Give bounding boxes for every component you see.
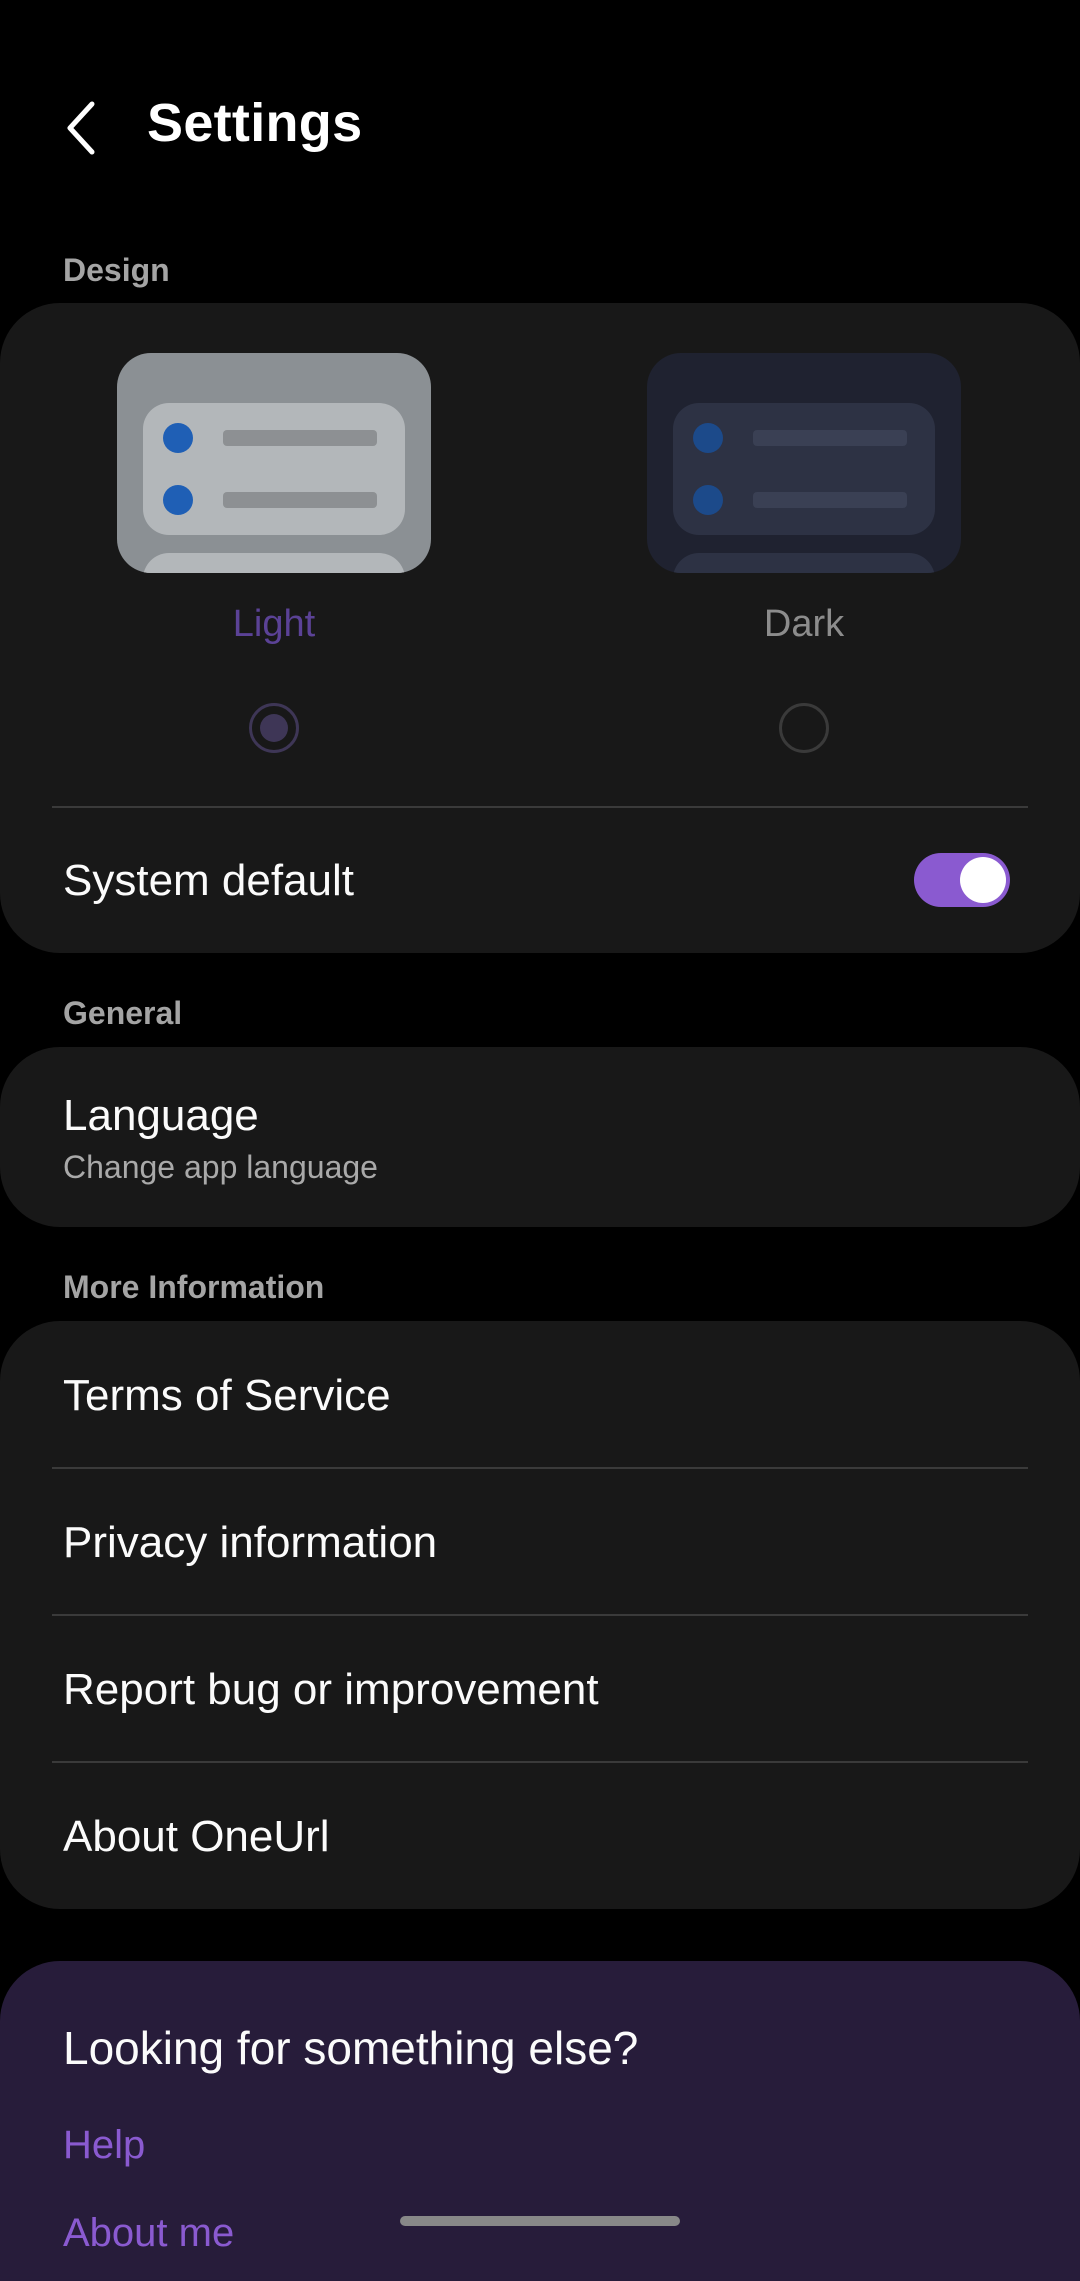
preview-list (673, 403, 935, 535)
preview-line (223, 430, 377, 446)
section-label-more-info: More Information (63, 1269, 325, 1305)
section-label-design: Design (63, 252, 170, 288)
system-default-toggle[interactable] (914, 853, 1010, 907)
preview-dot (693, 485, 723, 515)
radio-dark[interactable] (779, 703, 829, 753)
language-row[interactable]: Language Change app language (0, 1047, 1080, 1227)
help-promo-card: Looking for something else? Help About m… (0, 1961, 1080, 2281)
home-indicator[interactable] (400, 2216, 680, 2226)
language-title: Language (63, 1091, 259, 1140)
radio-light[interactable] (249, 703, 299, 753)
section-label-general: General (63, 995, 183, 1031)
language-subtitle: Change app language (63, 1149, 378, 1185)
terms-of-service-row[interactable]: Terms of Service (0, 1321, 1080, 1468)
page-title: Settings (147, 93, 363, 153)
preview-line (753, 430, 907, 446)
terms-of-service-label: Terms of Service (63, 1371, 391, 1420)
radio-selected-dot (260, 714, 288, 742)
more-info-card: Terms of Service Privacy information Rep… (0, 1321, 1080, 1909)
promo-heading: Looking for something else? (63, 2022, 639, 2074)
preview-dot (163, 485, 193, 515)
back-button[interactable] (52, 88, 112, 168)
about-oneurl-row[interactable]: About OneUrl (0, 1763, 1080, 1909)
privacy-information-label: Privacy information (63, 1518, 438, 1567)
theme-label-light[interactable]: Light (117, 603, 431, 646)
design-card: Light Dark System default (0, 303, 1080, 953)
about-me-link[interactable]: About me (63, 2211, 234, 2256)
about-oneurl-label: About OneUrl (63, 1812, 330, 1861)
preview-list (143, 553, 405, 573)
chevron-left-icon (67, 101, 95, 155)
light-theme-preview[interactable] (117, 353, 431, 573)
preview-list (673, 553, 935, 573)
report-bug-row[interactable]: Report bug or improvement (0, 1616, 1080, 1762)
preview-list (143, 403, 405, 535)
preview-dot (693, 423, 723, 453)
preview-line (223, 492, 377, 508)
toggle-knob (960, 857, 1006, 903)
report-bug-label: Report bug or improvement (63, 1665, 599, 1714)
divider (52, 806, 1028, 808)
dark-theme-preview[interactable] (647, 353, 961, 573)
privacy-information-row[interactable]: Privacy information (0, 1469, 1080, 1615)
help-link[interactable]: Help (63, 2123, 145, 2168)
system-default-label: System default (63, 856, 355, 905)
preview-line (753, 492, 907, 508)
theme-label-dark[interactable]: Dark (647, 603, 961, 646)
preview-dot (163, 423, 193, 453)
